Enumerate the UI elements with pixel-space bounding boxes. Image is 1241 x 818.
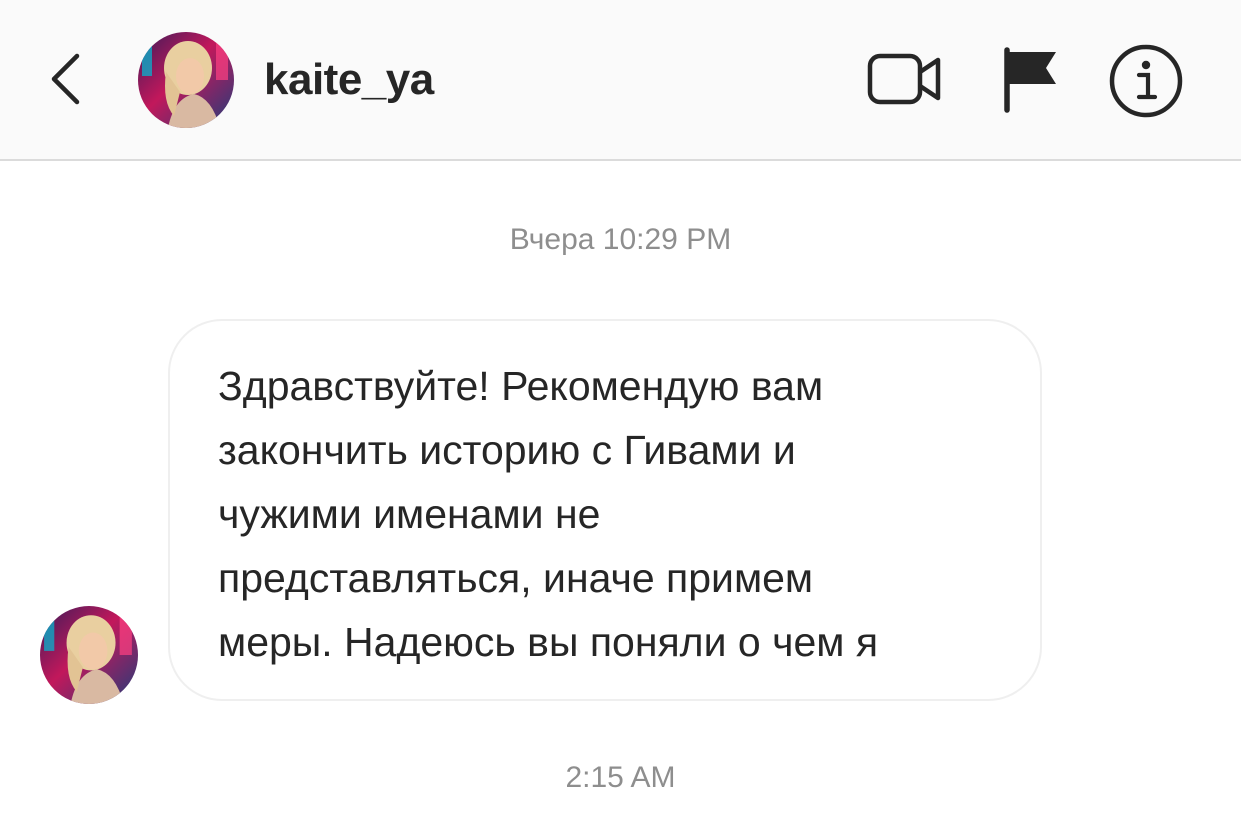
message-text: Здравствуйте! Рекомендую вам закончить и…: [218, 363, 879, 665]
sender-avatar[interactable]: [40, 606, 138, 704]
video-camera-icon: [867, 53, 941, 105]
message-bubble[interactable]: Здравствуйте! Рекомендую вам закончить и…: [168, 319, 1042, 701]
back-button[interactable]: [40, 44, 90, 114]
flag-icon: [1004, 47, 1056, 113]
chat-username[interactable]: kaite_ya: [264, 52, 434, 108]
report-button[interactable]: [998, 42, 1062, 116]
info-icon: [1109, 44, 1183, 118]
chevron-left-icon: [51, 53, 80, 105]
info-button[interactable]: [1108, 43, 1184, 119]
message-timestamp: Вчера 10:29 PM: [509, 223, 732, 256]
header-avatar[interactable]: [138, 32, 234, 128]
chat-header: kaite_ya: [0, 0, 1241, 161]
message-timestamp-latest: 2:15 AM: [565, 761, 676, 794]
video-call-button[interactable]: [866, 46, 944, 112]
